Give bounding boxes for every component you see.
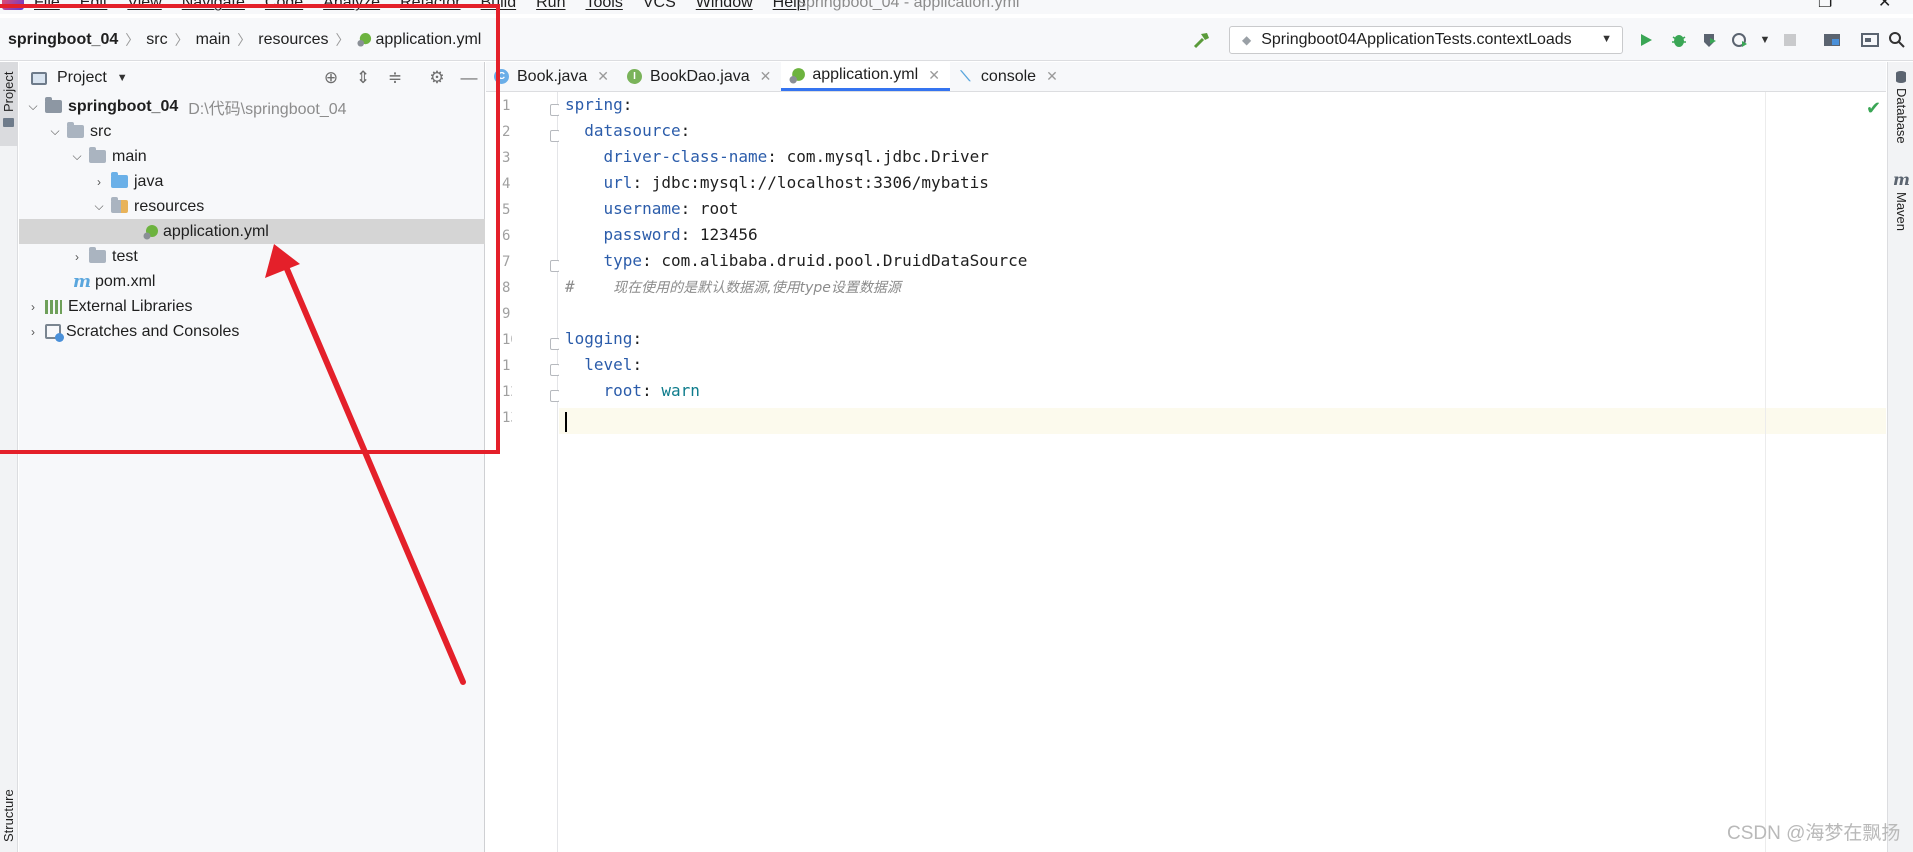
build-hammer-icon[interactable] (1190, 28, 1214, 52)
close-icon[interactable]: ✕ (928, 67, 940, 84)
run-configuration-select[interactable]: ◆ Springboot04ApplicationTests.contextLo… (1229, 26, 1623, 54)
close-icon[interactable]: ✕ (1046, 68, 1058, 85)
yaml-key: url (603, 173, 633, 192)
yaml-value: com.mysql.jdbc.Driver (786, 147, 989, 166)
code-line-3: driver-class-name: com.mysql.jdbc.Driver (603, 147, 989, 166)
yaml-key: logging (565, 329, 633, 348)
yaml-value: root (699, 199, 739, 218)
right-tool-strip: Database m Maven (1887, 62, 1913, 852)
tab-book-java[interactable]: C Book.java ✕ (486, 62, 619, 91)
watermark: CSDN @海梦在飘扬 (1727, 823, 1901, 844)
yaml-key: type (603, 251, 643, 270)
stop-icon (1778, 28, 1802, 52)
tab-bookdao-java[interactable]: I BookDao.java ✕ (619, 62, 781, 91)
yaml-key: root (603, 381, 643, 400)
run-config-icon: ◆ (1242, 33, 1252, 47)
current-line-highlight (559, 408, 1886, 434)
code-line-4: url: jdbc:mysql://localhost:3306/mybatis (603, 173, 989, 192)
run-configuration-label: Springboot04ApplicationTests.contextLoad… (1261, 31, 1572, 48)
search-everywhere-icon[interactable] (1885, 28, 1909, 52)
yaml-value: com.alibaba.druid.pool.DruidDataSource (661, 251, 1028, 270)
code-line-2: datasource: (584, 121, 691, 140)
menu-tools[interactable]: Tools (585, 0, 622, 12)
window-title: springboot_04 - application.yml (798, 0, 1020, 11)
code-editor[interactable]: spring: datasource: driver-class-name: c… (559, 92, 1886, 852)
yaml-value: jdbc:mysql://localhost:3306/mybatis (651, 173, 989, 192)
database-console-icon: ⟍ (960, 68, 971, 84)
close-icon[interactable]: ✕ (597, 68, 609, 85)
yaml-key: username (603, 199, 681, 218)
structure-tool-tab-label: Structure (1, 789, 16, 842)
more-run-options-chevron-icon[interactable]: ▼ (1753, 28, 1777, 52)
code-line-11: level: (584, 355, 643, 374)
code-line-5: username: root (603, 199, 739, 218)
maven-icon: m (1893, 170, 1910, 189)
restore-window-icon[interactable]: ❐ (1818, 0, 1832, 12)
profiler-icon[interactable] (1728, 28, 1752, 52)
code-line-10: logging: (565, 329, 643, 348)
database-tool-tab-label: Database (1894, 88, 1909, 144)
code-line-1: spring: (565, 95, 633, 114)
presentation-mode-icon[interactable] (1858, 28, 1882, 52)
code-line-6: password: 123456 (603, 225, 758, 244)
run-icon[interactable] (1634, 28, 1658, 52)
spring-yml-icon (789, 67, 806, 83)
java-interface-icon: I (627, 69, 642, 84)
chevron-down-icon: ▼ (1601, 33, 1612, 45)
yaml-value: 123456 (699, 225, 758, 244)
no-problems-check-icon[interactable]: ✔ (1866, 98, 1881, 119)
editor-tab-bar: C Book.java ✕ I BookDao.java ✕ applicati… (486, 62, 1886, 92)
yaml-key: password (603, 225, 681, 244)
menu-window[interactable]: Window (696, 0, 753, 12)
text-caret (565, 412, 567, 432)
comment-hash: # (565, 277, 575, 296)
structure-tool-tab[interactable]: Structure (0, 762, 18, 850)
project-structure-icon[interactable] (1820, 28, 1844, 52)
tab-label: application.yml (812, 66, 919, 83)
tab-label: Book.java (517, 67, 588, 85)
yaml-key: driver-class-name (603, 147, 768, 166)
yaml-key: spring (565, 95, 623, 114)
database-tool-tab[interactable]: Database (1888, 62, 1913, 152)
yaml-comment: 现在使用的是默认数据源,使用type设置数据源 (613, 280, 901, 296)
yaml-key: datasource (584, 121, 681, 140)
menu-vcs[interactable]: VCS (643, 0, 676, 12)
yaml-value: warn (661, 381, 700, 400)
maven-tool-tab-label: Maven (1894, 192, 1909, 232)
code-line-12: root: warn (603, 381, 700, 400)
tab-application-yml[interactable]: application.yml ✕ (781, 62, 950, 91)
debug-icon[interactable] (1667, 28, 1691, 52)
code-line-7: type: com.alibaba.druid.pool.DruidDataSo… (603, 251, 1028, 270)
annotation-highlight-box (0, 4, 500, 454)
right-margin-guide (1765, 92, 1766, 852)
close-icon[interactable]: ✕ (760, 68, 772, 85)
tab-console[interactable]: ⟍ console ✕ (950, 62, 1068, 91)
yaml-key: level (584, 355, 633, 374)
maven-tool-tab[interactable]: m Maven (1888, 170, 1913, 250)
code-line-8: # 现在使用的是默认数据源,使用type设置数据源 (565, 274, 901, 300)
tab-label: BookDao.java (650, 67, 750, 85)
close-window-icon[interactable]: ✕ (1878, 0, 1891, 12)
run-with-coverage-icon[interactable] (1698, 28, 1722, 52)
tab-label: console (980, 67, 1037, 85)
database-icon (1896, 71, 1906, 83)
menu-run[interactable]: Run (536, 0, 565, 12)
